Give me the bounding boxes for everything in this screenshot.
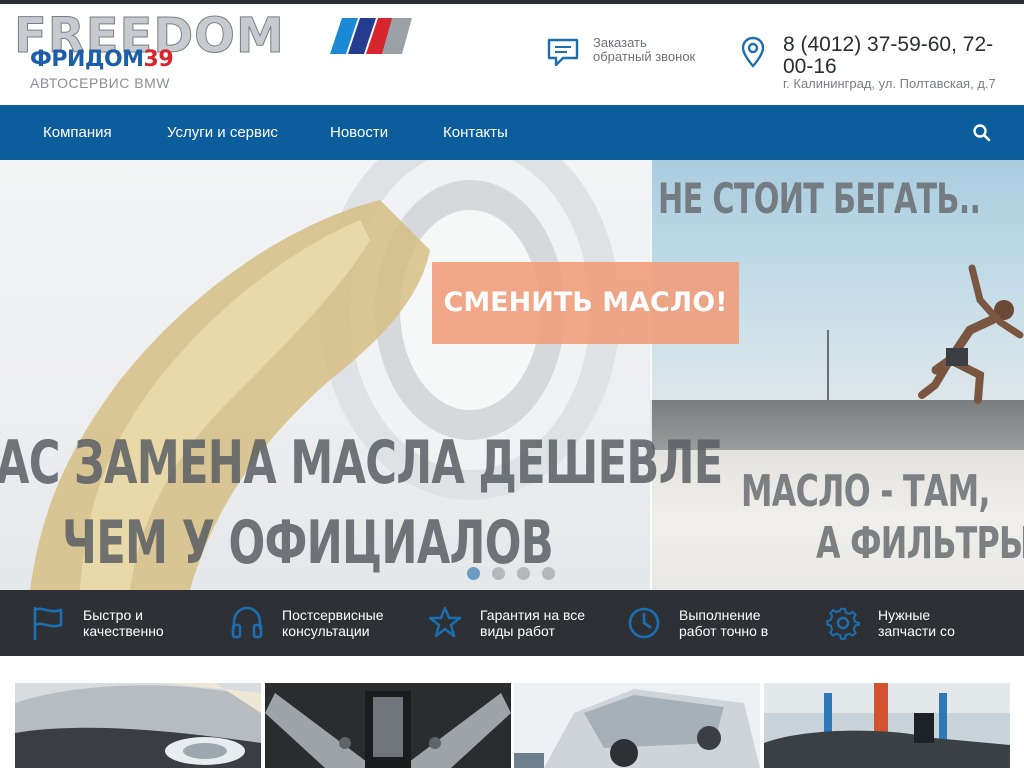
nav-item-news[interactable]: Новости: [330, 105, 388, 160]
callback-request[interactable]: Заказать обратный звонок: [547, 36, 717, 70]
feature-consult: Постсервисные консультации: [230, 590, 420, 656]
chat-bubble-icon: [547, 38, 579, 66]
headphones-icon: [231, 606, 263, 639]
site-header: FREEDOM ФРИДОМ39 АВТОСЕРВИС BMW Заказать…: [0, 4, 1024, 105]
search-icon[interactable]: [972, 123, 992, 143]
slider-dot-2[interactable]: [492, 567, 505, 580]
feature-consult-line1: Постсервисные: [282, 607, 384, 623]
address: г. Калининград, ул. Полтавская, д.7: [783, 76, 996, 91]
clock-icon: [628, 607, 660, 639]
feature-ontime-line1: Выполнение: [679, 607, 761, 623]
slider-dots: [467, 567, 557, 581]
feature-ontime-text: Выполнение работ точно в: [679, 607, 819, 641]
flag-icon: [33, 606, 63, 641]
logo-cyrillic: ФРИДОМ39: [30, 47, 174, 72]
change-oil-button[interactable]: СМЕНИТЬ МАСЛО!: [432, 262, 739, 344]
logo-subtitle: АВТОСЕРВИС BMW: [30, 75, 170, 91]
feature-parts-line2: запчасти со: [878, 623, 955, 639]
map-pin-icon: [741, 36, 765, 68]
bmw-engine-image: [265, 683, 511, 768]
callback-line1: Заказать: [593, 35, 647, 50]
feature-ontime: Выполнение работ точно в: [627, 590, 817, 656]
star-icon: [428, 606, 462, 638]
features-bar: Быстро и качественно Постсервисные консуль…: [0, 590, 1024, 656]
feature-fast-line1: Быстро и: [83, 607, 143, 623]
slider-dot-4[interactable]: [542, 567, 555, 580]
slide-divider: [650, 160, 652, 590]
slide-left-line1: АС ЗАМЕНА МАСЛА ДЕШЕВЛЕ: [0, 428, 723, 498]
gallery-item-carmodel[interactable]: [514, 683, 760, 768]
gallery-item-engine[interactable]: [265, 683, 511, 768]
services-gallery: [0, 656, 1024, 768]
nav-item-company[interactable]: Компания: [43, 105, 112, 160]
feature-fast-line2: качественно: [83, 623, 164, 639]
feature-warranty-line1: Гарантия на все: [480, 607, 586, 623]
feature-fast: Быстро и качественно: [31, 590, 221, 656]
phone-number[interactable]: 8 (4012) 37-59-60, 72-00-16: [783, 34, 1015, 78]
slide-right-line2: А ФИЛЬТРЫ: [816, 518, 1024, 569]
callback-text: Заказать обратный звонок: [593, 36, 695, 64]
slider-dot-3[interactable]: [517, 567, 530, 580]
feature-ontime-line2: работ точно в: [679, 623, 769, 639]
feature-parts-text: Нужные запчасти со: [878, 607, 1018, 641]
gallery-item-headlight[interactable]: [15, 683, 261, 768]
slide-right-line1: МАСЛО - ТАМ,: [741, 466, 991, 517]
slider-dot-1[interactable]: [467, 567, 480, 580]
feature-warranty-text: Гарантия на все виды работ: [480, 607, 620, 641]
site-logo[interactable]: FREEDOM ФРИДОМ39 АВТОСЕРВИС BMW: [14, 12, 414, 94]
workshop-image: [764, 683, 1010, 768]
slide-right-headline: НЕ СТОИТ БЕГАТЬ..: [658, 174, 981, 223]
feature-consult-text: Постсервисные консультации: [282, 607, 422, 641]
feature-warranty-line2: виды работ: [480, 623, 555, 639]
logo-cyrillic-text: ФРИДОМ: [30, 47, 144, 72]
hero-slider[interactable]: АС ЗАМЕНА МАСЛА ДЕШЕВЛЕ ЧЕМ У ОФИЦИАЛОВ …: [0, 160, 1024, 590]
car-model-image: [514, 683, 760, 768]
change-oil-label: СМЕНИТЬ МАСЛО!: [443, 287, 728, 318]
feature-fast-text: Быстро и качественно: [83, 607, 223, 641]
logo-number: 39: [143, 47, 174, 72]
contact-block: 8 (4012) 37-59-60, 72-00-16 г. Калинингр…: [741, 34, 1021, 96]
feature-warranty: Гарантия на все виды работ: [428, 590, 618, 656]
nav-item-services[interactable]: Услуги и сервис: [167, 105, 278, 160]
gallery-item-workshop[interactable]: [764, 683, 1010, 768]
main-nav: Компания Услуги и сервис Новости Контакт…: [0, 105, 1024, 160]
nav-item-contacts[interactable]: Контакты: [443, 105, 508, 160]
car-headlight-image: [15, 683, 261, 768]
gear-icon: [826, 607, 860, 640]
bmw-m-stripes-icon: [330, 18, 412, 54]
feature-consult-line2: консультации: [282, 623, 370, 639]
feature-parts: Нужные запчасти со: [826, 590, 1016, 656]
feature-parts-line1: Нужные: [878, 607, 931, 623]
callback-line2: обратный звонок: [593, 49, 696, 64]
